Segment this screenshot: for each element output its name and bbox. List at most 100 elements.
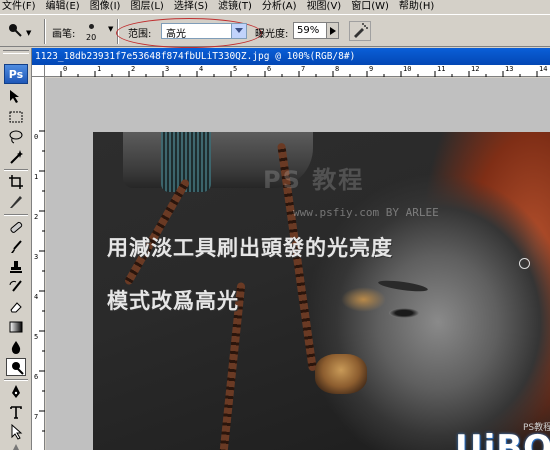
tool-preset-picker[interactable]: ▼ [6, 19, 32, 43]
shape-tool[interactable] [6, 441, 26, 450]
eyebrow-shape [377, 278, 429, 294]
ruler-label: 10 [403, 65, 412, 73]
range-label: 范围: [128, 29, 152, 40]
canvas-area[interactable]: PS 教程 www.psfiy.com BY ARLEE 用減淡工具刷出頭發的光… [46, 78, 550, 450]
menu-filter[interactable]: 滤镜(T) [213, 0, 257, 14]
range-dropdown-button[interactable] [231, 24, 246, 38]
toolbox: Ps [0, 48, 32, 450]
horizontal-ruler[interactable]: 0 1 2 3 4 5 6 7 8 9 10 11 12 13 14 [45, 65, 550, 77]
ruler-label: 12 [471, 65, 480, 73]
gradient-tool[interactable] [6, 318, 26, 336]
type-tool[interactable] [6, 403, 26, 421]
ruler-label: 5 [34, 333, 39, 341]
slice-tool[interactable] [6, 193, 26, 211]
photoshop-logo: Ps [4, 64, 28, 84]
document-title-bar[interactable]: 1123_18db23931f7e53648f874fbULiT330QZ.jp… [32, 48, 550, 65]
ruler-origin[interactable] [32, 65, 45, 77]
eyeshadow-shape [341, 287, 386, 312]
move-icon [10, 90, 19, 103]
airbrush-toggle[interactable] [349, 21, 371, 41]
menu-select[interactable]: 选择(S) [169, 0, 213, 14]
pen-tool[interactable] [6, 383, 26, 401]
ruler-label: 3 [34, 253, 39, 261]
ruler-label: 4 [199, 65, 204, 73]
brush-dropdown-icon[interactable]: ▼ [108, 25, 113, 33]
menu-analysis[interactable]: 分析(A) [257, 0, 302, 14]
brush-tool[interactable] [6, 238, 26, 256]
menu-view[interactable]: 视图(V) [302, 0, 347, 14]
dodge-tool-icon [9, 24, 22, 37]
slice-icon [10, 196, 22, 208]
vertical-ruler[interactable]: 0 1 2 3 4 5 6 7 [32, 77, 45, 450]
range-value: 高光 [166, 29, 186, 40]
lips-shape [315, 354, 367, 394]
brush-tip-icon [89, 24, 94, 29]
dodge-tool[interactable] [6, 358, 26, 376]
brush-size: 20 [86, 33, 97, 42]
photoshop-window: 文件(F) 编辑(E) 图像(I) 图层(L) 选择(S) 滤镜(T) 分析(A… [0, 0, 550, 450]
healing-brush-tool[interactable] [6, 218, 26, 236]
ruler-label: 3 [165, 65, 170, 73]
ruler-label: 2 [131, 65, 136, 73]
caption-line-1: 用減淡工具刷出頭發的光亮度 [107, 236, 393, 260]
bandage-icon [10, 221, 23, 233]
menu-image[interactable]: 图像(I) [85, 0, 126, 14]
ruler-label: 13 [505, 65, 514, 73]
exposure-label: 曝光度: [255, 29, 289, 40]
magic-wand-tool[interactable] [6, 148, 26, 166]
lasso-tool[interactable] [6, 128, 26, 146]
ruler-label: 1 [97, 65, 102, 73]
shape-icon [13, 444, 19, 450]
marquee-tool[interactable] [6, 108, 26, 126]
airbrush-icon [354, 23, 368, 38]
ruler-label: 11 [437, 65, 446, 73]
menu-window[interactable]: 窗口(W) [346, 0, 394, 14]
chevron-down-icon: ▼ [26, 29, 32, 37]
watermark-url: www.psfiy.com BY ARLEE [293, 206, 439, 219]
stamp-icon [10, 261, 22, 273]
menu-help[interactable]: 帮助(H) [394, 0, 439, 14]
ruler-label: 6 [34, 373, 39, 381]
type-icon [10, 406, 22, 419]
ruler-label: 0 [63, 65, 68, 73]
ruler-label: 2 [34, 213, 39, 221]
blur-drop-icon [11, 341, 21, 354]
menu-layer[interactable]: 图层(L) [125, 0, 168, 14]
crop-tool[interactable] [6, 173, 26, 191]
separator [44, 19, 46, 44]
marquee-icon [9, 111, 23, 123]
ruler-label: 14 [539, 65, 548, 73]
path-select-icon [11, 424, 23, 440]
ruler-label: 8 [335, 65, 340, 73]
move-tool[interactable] [6, 88, 26, 106]
toolbox-grip[interactable] [3, 50, 29, 54]
exposure-slider-button[interactable] [326, 22, 339, 39]
history-brush-tool[interactable] [6, 278, 26, 296]
options-bar: ▼ 画笔: 20 ▼ 范围: 高光 曝光度: 59% [0, 14, 550, 48]
brush-picker[interactable]: 20 [82, 19, 102, 43]
eraser-tool[interactable] [6, 298, 26, 316]
document-image[interactable]: PS 教程 www.psfiy.com BY ARLEE 用減淡工具刷出頭發的光… [93, 132, 550, 450]
path-selection-tool[interactable] [6, 423, 26, 441]
ruler-label: 1 [34, 173, 39, 181]
blur-tool[interactable] [6, 338, 26, 356]
menu-bar: 文件(F) 编辑(E) 图像(I) 图层(L) 选择(S) 滤镜(T) 分析(A… [0, 0, 550, 14]
toolbox-separator [4, 379, 28, 381]
ruler-label: 6 [267, 65, 272, 73]
crop-icon [9, 175, 23, 189]
range-select[interactable]: 高光 [161, 23, 247, 40]
ruler-label: 7 [301, 65, 306, 73]
ruler-label: 4 [34, 293, 39, 301]
toolbox-separator [4, 214, 28, 216]
toolbox-separator [4, 169, 28, 171]
brush-cursor-icon [519, 258, 530, 269]
chevron-right-icon [329, 26, 336, 35]
menu-edit[interactable]: 编辑(E) [41, 0, 85, 14]
brush-icon [11, 240, 22, 253]
brush-label: 画笔: [52, 29, 76, 40]
eye-shape [389, 308, 419, 318]
ruler-label: 0 [34, 133, 39, 141]
menu-file[interactable]: 文件(F) [0, 0, 41, 14]
magic-wand-icon [10, 150, 23, 164]
clone-stamp-tool[interactable] [6, 258, 26, 276]
